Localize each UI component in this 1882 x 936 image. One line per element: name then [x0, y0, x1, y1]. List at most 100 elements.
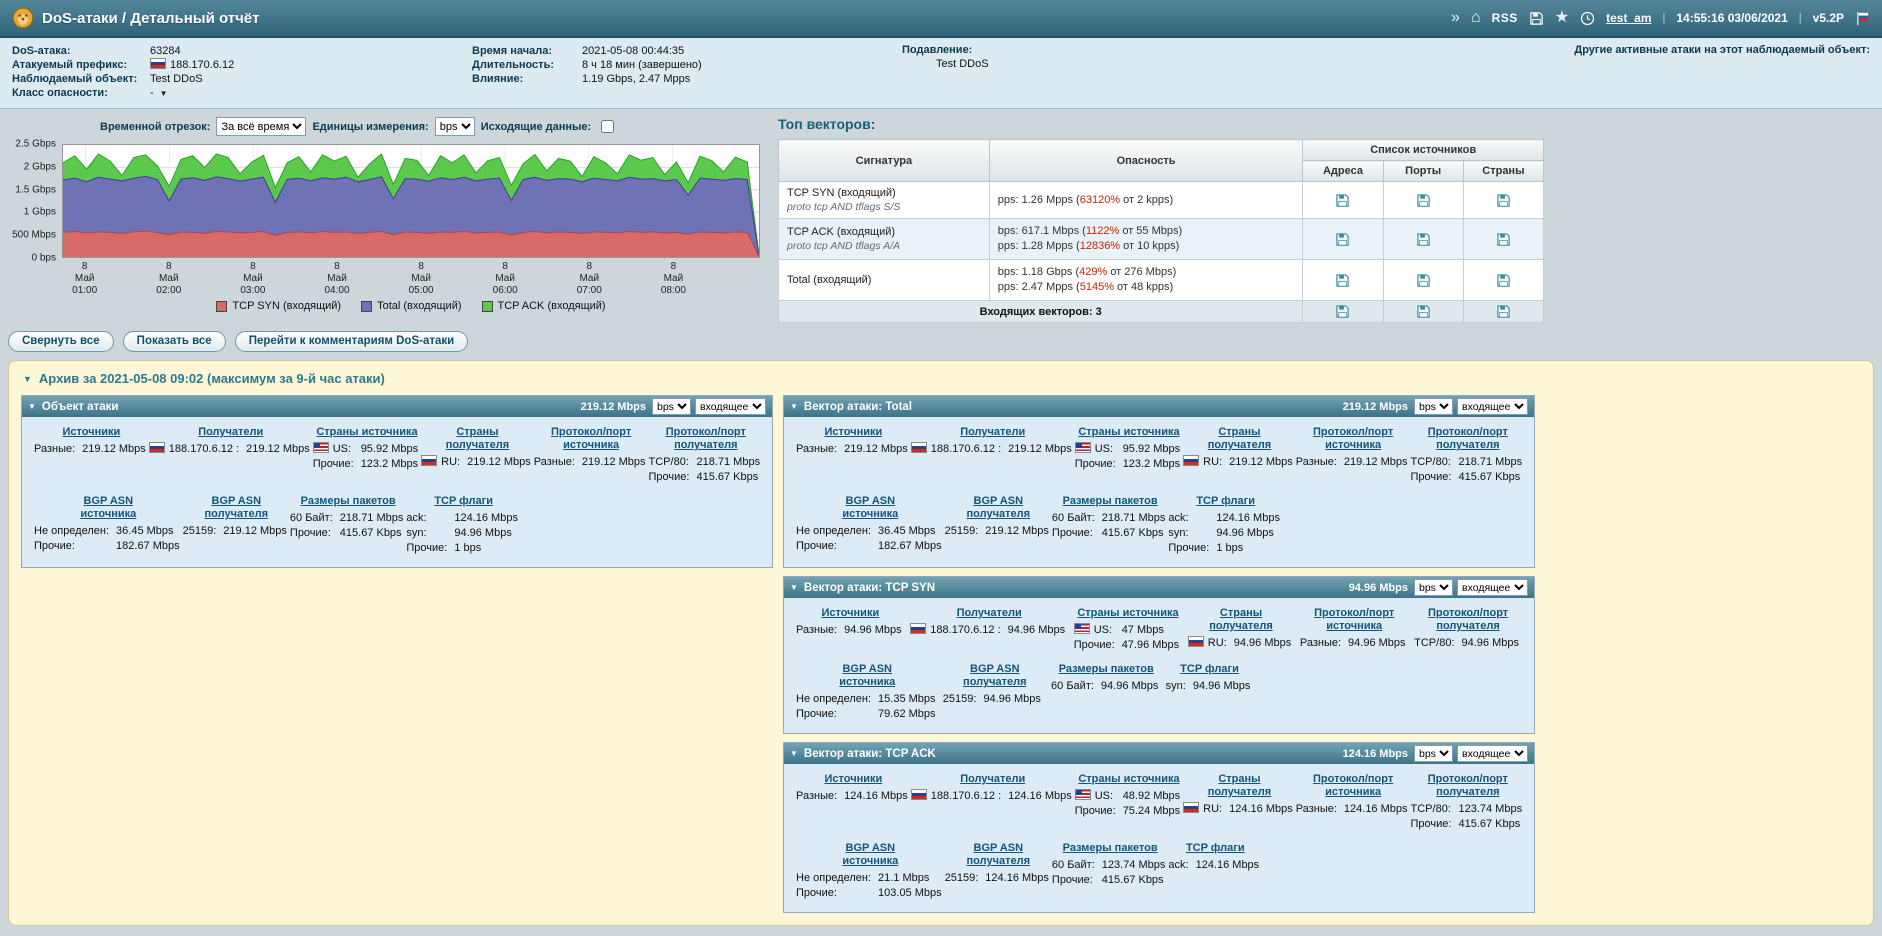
stat-title-link[interactable]: Протокол/порт получателя — [1428, 426, 1508, 451]
stat-title-link[interactable]: Размеры пакетов — [1059, 663, 1154, 675]
panel-header[interactable]: ▼ Вектор атаки: Total 219.12 Mbps bps вх… — [784, 396, 1534, 417]
stat-title-link[interactable]: Получатели — [198, 426, 263, 438]
stat-title-link[interactable]: Источники — [825, 426, 883, 438]
stat-title-link[interactable]: Протокол/порт получателя — [1428, 607, 1508, 632]
stat-title-link[interactable]: Получатели — [957, 607, 1022, 619]
collapse-icon[interactable]: ▼ — [790, 402, 798, 411]
attack-info-bar: DoS-атака: 63284▼ Атакуемый префикс: 188… — [0, 38, 1882, 109]
stat-title-link[interactable]: BGP ASN получателя — [963, 663, 1026, 688]
double-chevron-icon[interactable]: » — [1451, 10, 1460, 26]
stat-title-link[interactable]: Страны получателя — [446, 426, 509, 451]
stat-title-link[interactable]: BGP ASN получателя — [967, 842, 1030, 867]
save-addresses-icon[interactable] — [1335, 304, 1350, 319]
panel-direction-select[interactable]: входящее — [695, 398, 766, 415]
stat-title-link[interactable]: Протокол/порт источника — [551, 426, 631, 451]
stat-title-link[interactable]: Страны получателя — [1208, 773, 1271, 798]
stat-title-link[interactable]: Протокол/порт получателя — [666, 426, 746, 451]
stat-title-link[interactable]: Протокол/порт источника — [1313, 426, 1393, 451]
collapse-icon[interactable]: ▼ — [28, 402, 36, 411]
stat-title-link[interactable]: TCP флаги — [1196, 495, 1255, 507]
stat-title-link[interactable]: Источники — [825, 773, 883, 785]
stat-title-link[interactable]: Страны источника — [1078, 426, 1179, 438]
save-ports-icon[interactable] — [1416, 304, 1431, 319]
save-addresses-icon[interactable] — [1335, 273, 1350, 288]
stat-title-link[interactable]: Размеры пакетов — [301, 495, 396, 507]
top-vectors-section: Топ векторов: Сигнатура Опасность Список… — [778, 115, 1544, 323]
stat-title-link[interactable]: BGP ASN источника — [842, 495, 898, 520]
stat-label: Прочие: — [1075, 458, 1116, 470]
collapse-icon[interactable]: ▼ — [790, 583, 798, 592]
panel-units-select[interactable]: bps — [1414, 579, 1453, 596]
stat-title-link[interactable]: Протокол/порт источника — [1314, 607, 1394, 632]
panel-header[interactable]: ▼ Вектор атаки: TCP SYN 94.96 Mbps bps в… — [784, 577, 1534, 598]
stat-value-row: Не определен: 21.1 Mbps — [796, 871, 945, 886]
save-countries-icon[interactable] — [1496, 232, 1511, 247]
panel-units-select[interactable]: bps — [1414, 398, 1453, 415]
stat-value: 36.45 Mbps — [112, 524, 183, 539]
stat-title-link[interactable]: BGP ASN получателя — [967, 495, 1030, 520]
stat-value-row: RU: 219.12 Mbps — [421, 455, 534, 470]
collapse-icon[interactable]: ▼ — [23, 374, 32, 384]
panel-direction-select[interactable]: входящее — [1457, 745, 1528, 762]
home-icon[interactable]: ⌂ — [1471, 10, 1481, 26]
stat-title-link[interactable]: Размеры пакетов — [1063, 842, 1158, 854]
save-icon[interactable] — [1529, 11, 1544, 26]
stat-title-link[interactable]: Получатели — [960, 426, 1025, 438]
stat-title-link[interactable]: Страны источника — [316, 426, 417, 438]
collapse-icon[interactable]: ▼ — [790, 749, 798, 758]
panel-units-select[interactable]: bps — [1414, 745, 1453, 762]
stat-label: Не определен: — [796, 525, 871, 537]
x-axis-label: 8Май06:00 — [493, 261, 518, 297]
save-addresses-icon[interactable] — [1335, 193, 1350, 208]
save-countries-icon[interactable] — [1496, 273, 1511, 288]
stat-title-link[interactable]: TCP флаги — [1186, 842, 1245, 854]
stat-title-link[interactable]: Источники — [63, 426, 121, 438]
user-link[interactable]: test_am — [1606, 11, 1651, 25]
stat-value: 1 bps — [450, 541, 521, 556]
stat-title-link[interactable]: Страны получателя — [1208, 426, 1271, 451]
panel-direction-select[interactable]: входящее — [1457, 579, 1528, 596]
outgoing-checkbox[interactable] — [601, 120, 614, 133]
stat-title-link[interactable]: BGP ASN источника — [842, 842, 898, 867]
goto-comments-button[interactable]: Перейти к комментариям DoS-атаки — [235, 331, 468, 352]
stat-title-link[interactable]: Источники — [821, 607, 879, 619]
star-icon[interactable]: ★ — [1555, 10, 1569, 26]
dropdown-caret-icon[interactable]: ▼ — [160, 89, 168, 98]
panel-direction-select[interactable]: входящее — [1457, 398, 1528, 415]
panel-header[interactable]: ▼ Вектор атаки: TCP ACK 124.16 Mbps bps … — [784, 743, 1534, 764]
save-addresses-icon[interactable] — [1335, 232, 1350, 247]
stat-title-link[interactable]: Размеры пакетов — [1063, 495, 1158, 507]
stat-title-link[interactable]: BGP ASN получателя — [205, 495, 268, 520]
stat-group: TCP флаги ack: 124.16 Mbps syn: 94.96 Mb… — [406, 495, 521, 556]
stat-title-link[interactable]: Страны получателя — [1209, 607, 1272, 632]
stat-value: 103.05 Mbps — [874, 886, 945, 901]
show-all-button[interactable]: Показать все — [123, 331, 226, 352]
save-ports-icon[interactable] — [1416, 273, 1431, 288]
country-flag-icon — [911, 442, 927, 453]
save-countries-icon[interactable] — [1496, 193, 1511, 208]
panel-header[interactable]: ▼ Объект атаки 219.12 Mbps bps входящее — [22, 396, 772, 417]
stat-title-link[interactable]: TCP флаги — [1180, 663, 1239, 675]
save-countries-icon[interactable] — [1496, 304, 1511, 319]
col-subheader: Страны — [1463, 161, 1543, 182]
save-ports-icon[interactable] — [1416, 193, 1431, 208]
stat-title-link[interactable]: Получатели — [960, 773, 1025, 785]
language-flag-icon[interactable] — [1855, 11, 1870, 26]
stat-group: BGP ASN получателя 25159: 124.16 Mbps — [945, 842, 1052, 901]
stat-title-link[interactable]: Страны источника — [1077, 607, 1178, 619]
units-select[interactable]: bps — [435, 117, 475, 136]
stat-title-link[interactable]: Страны источника — [1078, 773, 1179, 785]
stat-title-link[interactable]: TCP флаги — [434, 495, 493, 507]
stat-title-link[interactable]: Протокол/порт получателя — [1428, 773, 1508, 798]
period-select[interactable]: За всё время — [216, 117, 306, 136]
stat-title-link[interactable]: BGP ASN источника — [80, 495, 136, 520]
stat-title-link[interactable]: BGP ASN источника — [839, 663, 895, 688]
stat-label: 188.170.6.12 : — [931, 790, 1001, 802]
stat-title-link[interactable]: Протокол/порт источника — [1313, 773, 1393, 798]
panel-units-select[interactable]: bps — [652, 398, 691, 415]
save-ports-icon[interactable] — [1416, 232, 1431, 247]
stat-value: 219.12 Mbps — [1225, 455, 1296, 470]
rss-link[interactable]: RSS — [1492, 11, 1518, 25]
stat-value-row: 60 Байт: 123.74 Mbps — [1052, 858, 1168, 873]
collapse-all-button[interactable]: Свернуть все — [8, 331, 114, 352]
